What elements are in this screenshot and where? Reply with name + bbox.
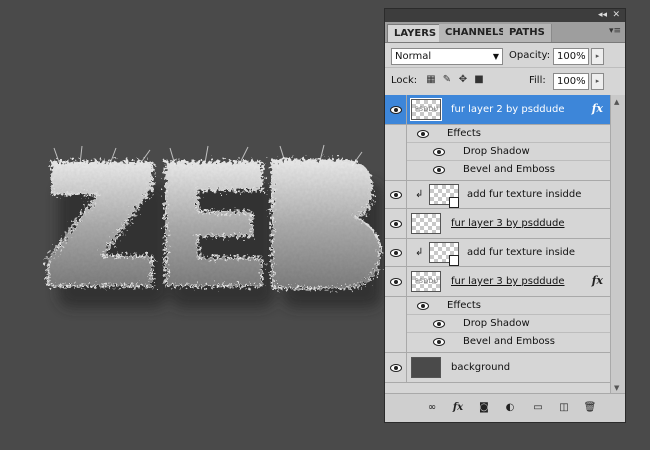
layer-thumbnail bbox=[411, 357, 441, 378]
layer-name[interactable]: fur layer 3 by psddude bbox=[451, 275, 565, 289]
lock-image-icon[interactable]: ✎ bbox=[441, 74, 453, 86]
mask-icon[interactable]: ◙ bbox=[477, 402, 491, 414]
fx-icon[interactable]: fx bbox=[592, 102, 603, 115]
scroll-up-icon[interactable]: ▲ bbox=[614, 98, 619, 106]
new-layer-icon[interactable]: ◫ bbox=[557, 402, 571, 414]
effects-spacer bbox=[385, 297, 407, 352]
visibility-toggle[interactable] bbox=[385, 95, 407, 124]
panel-menu-icon[interactable]: ▾≡ bbox=[609, 26, 621, 36]
layers-scrollbar[interactable]: ▲ ▼ bbox=[610, 95, 625, 395]
adjustment-badge-icon bbox=[449, 197, 459, 208]
layer-thumbnail bbox=[411, 213, 441, 234]
visibility-toggle[interactable] bbox=[385, 181, 407, 208]
effects-label: Effects bbox=[447, 128, 481, 139]
visibility-toggle[interactable] bbox=[385, 209, 407, 238]
eye-icon bbox=[390, 364, 402, 372]
opacity-slider-button[interactable]: ▸ bbox=[591, 48, 604, 65]
scroll-down-icon[interactable]: ▼ bbox=[614, 384, 619, 392]
eye-icon[interactable] bbox=[417, 130, 429, 138]
layer-row[interactable]: ↲ add fur texture insidde bbox=[385, 181, 611, 209]
adjustment-icon[interactable]: ◐ bbox=[503, 402, 517, 414]
fill-input[interactable]: 100% bbox=[553, 73, 589, 90]
eye-icon[interactable] bbox=[433, 338, 445, 346]
tab-paths[interactable]: PATHS bbox=[503, 24, 552, 42]
effect-bevel-emboss[interactable]: Bevel and Emboss bbox=[407, 333, 611, 351]
effects-group: Effects Drop Shadow Bevel and Emboss bbox=[385, 297, 611, 353]
fx-icon[interactable]: fx bbox=[451, 402, 465, 414]
adjustment-badge-icon bbox=[449, 255, 459, 266]
eye-icon bbox=[390, 191, 402, 199]
folder-icon[interactable]: ▭ bbox=[531, 402, 545, 414]
opacity-label: Opacity: bbox=[509, 50, 551, 61]
close-icon[interactable]: ✕ bbox=[612, 10, 620, 21]
layer-thumbnail: PSDDU bbox=[410, 98, 442, 121]
effect-name: Bevel and Emboss bbox=[463, 164, 555, 175]
effects-label: Effects bbox=[447, 300, 481, 311]
thumbnail-text: PSDDU bbox=[415, 106, 439, 113]
layer-name[interactable]: add fur texture insidde bbox=[467, 188, 581, 202]
layer-row[interactable]: PSDDU fur layer 3 by psddude fx bbox=[385, 267, 611, 297]
lock-all-icon[interactable]: ■ bbox=[473, 74, 485, 86]
eye-icon[interactable] bbox=[417, 302, 429, 310]
eye-icon[interactable] bbox=[433, 148, 445, 156]
effects-row[interactable]: Effects bbox=[407, 297, 611, 315]
effects-group: Effects Drop Shadow Bevel and Emboss bbox=[385, 125, 611, 181]
lock-label: Lock: bbox=[391, 75, 418, 86]
tab-layers[interactable]: LAYERS bbox=[387, 24, 444, 42]
layer-thumbnail: PSDDU bbox=[411, 271, 441, 292]
effects-row[interactable]: Effects bbox=[407, 125, 611, 143]
effect-name: Bevel and Emboss bbox=[463, 336, 555, 347]
layer-name[interactable]: fur layer 3 by psddude bbox=[451, 217, 565, 231]
lock-position-icon[interactable]: ✥ bbox=[457, 74, 469, 86]
layers-list: PSDDU fur layer 2 by psddude fx Effects … bbox=[385, 95, 611, 395]
eye-icon bbox=[390, 106, 402, 114]
visibility-toggle[interactable] bbox=[385, 239, 407, 266]
layer-name[interactable]: fur layer 2 by psddude bbox=[451, 103, 565, 117]
layer-name[interactable]: background bbox=[451, 361, 510, 375]
blend-row: Normal ▼ Opacity: 100% ▸ bbox=[385, 43, 625, 67]
visibility-toggle[interactable] bbox=[385, 267, 407, 296]
effect-name: Drop Shadow bbox=[463, 146, 530, 157]
layer-row[interactable]: background bbox=[385, 353, 611, 383]
chevron-down-icon: ▼ bbox=[492, 52, 499, 61]
eye-icon bbox=[390, 220, 402, 228]
eye-icon[interactable] bbox=[433, 166, 445, 174]
opacity-input[interactable]: 100% bbox=[553, 48, 589, 65]
visibility-toggle[interactable] bbox=[385, 353, 407, 382]
lock-row: Lock: ▦ ✎ ✥ ■ Fill: 100% ▸ bbox=[385, 67, 625, 92]
clipping-arrow-icon: ↲ bbox=[415, 189, 424, 200]
effect-bevel-emboss[interactable]: Bevel and Emboss bbox=[407, 161, 611, 179]
thumbnail-text: PSDDU bbox=[415, 278, 439, 285]
eye-icon bbox=[390, 278, 402, 286]
layers-panel: ◂◂ ✕ LAYERS CHANNELS PATHS ▾≡ Normal ▼ O… bbox=[384, 8, 626, 423]
effects-spacer bbox=[385, 125, 407, 180]
fill-label: Fill: bbox=[529, 75, 546, 86]
layer-row[interactable]: ↲ add fur texture inside bbox=[385, 239, 611, 267]
layer-name[interactable]: add fur texture inside bbox=[467, 246, 575, 260]
panel-footer: ∞ fx ◙ ◐ ▭ ◫ 🗑 bbox=[385, 393, 625, 422]
eye-icon bbox=[390, 249, 402, 257]
effect-drop-shadow[interactable]: Drop Shadow bbox=[407, 143, 611, 161]
effect-name: Drop Shadow bbox=[463, 318, 530, 329]
layer-row[interactable]: fur layer 3 by psddude bbox=[385, 209, 611, 239]
panel-titlebar: ◂◂ ✕ bbox=[385, 9, 625, 22]
tab-channels[interactable]: CHANNELS bbox=[439, 24, 513, 42]
layer-row[interactable]: PSDDU fur layer 2 by psddude fx bbox=[385, 95, 611, 125]
blend-mode-select[interactable]: Normal ▼ bbox=[391, 48, 503, 65]
eye-icon[interactable] bbox=[433, 320, 445, 328]
effect-drop-shadow[interactable]: Drop Shadow bbox=[407, 315, 611, 333]
blend-mode-value: Normal bbox=[395, 51, 432, 62]
fill-slider-button[interactable]: ▸ bbox=[591, 73, 604, 90]
trash-icon[interactable]: 🗑 bbox=[583, 402, 597, 414]
fx-icon[interactable]: fx bbox=[592, 274, 603, 287]
collapse-icon[interactable]: ◂◂ bbox=[598, 10, 607, 21]
lock-transparency-icon[interactable]: ▦ bbox=[425, 74, 437, 86]
panel-tabs: LAYERS CHANNELS PATHS ▾≡ bbox=[385, 22, 625, 43]
link-icon[interactable]: ∞ bbox=[425, 402, 439, 414]
clipping-arrow-icon: ↲ bbox=[415, 247, 424, 258]
